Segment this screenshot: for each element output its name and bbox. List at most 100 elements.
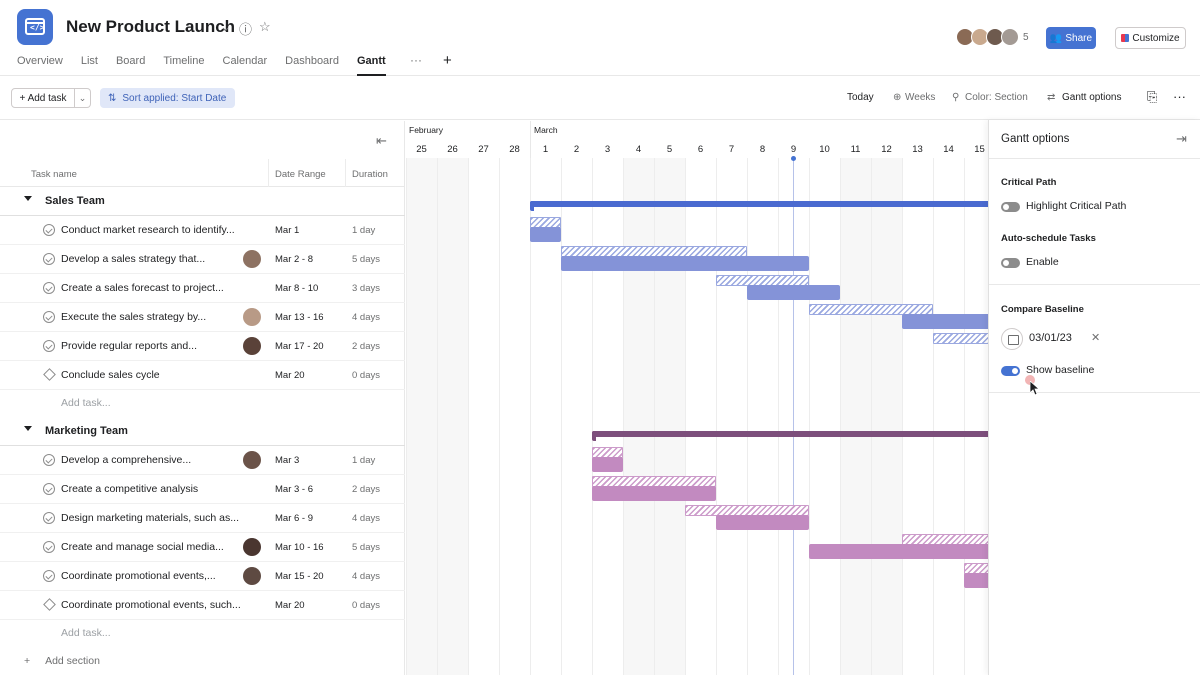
assignee-avatar[interactable] — [243, 308, 261, 326]
check-circle-icon[interactable] — [43, 253, 55, 265]
task-name[interactable]: Develop a comprehensive... — [61, 454, 251, 466]
info-icon[interactable]: ⓘ — [239, 19, 252, 38]
assignee-avatar[interactable] — [243, 567, 261, 585]
column-date-range[interactable]: Date Range — [275, 169, 326, 180]
task-duration[interactable]: 1 day — [352, 225, 375, 236]
calendar-icon[interactable] — [1001, 328, 1023, 350]
check-circle-icon[interactable] — [43, 483, 55, 495]
task-bar[interactable] — [592, 457, 623, 472]
tab-gantt[interactable]: Gantt — [356, 55, 386, 76]
task-date[interactable]: Mar 20 — [275, 600, 305, 611]
task-date[interactable]: Mar 2 - 8 — [275, 254, 313, 265]
task-row[interactable]: Provide regular reports and... Mar 17 - … — [0, 332, 405, 361]
assignee-avatar[interactable] — [243, 538, 261, 556]
task-name[interactable]: Create a competitive analysis — [61, 483, 251, 495]
task-date[interactable]: Mar 3 - 6 — [275, 484, 313, 495]
today-button[interactable]: Today — [847, 92, 874, 103]
task-duration[interactable]: 4 days — [352, 513, 380, 524]
task-duration[interactable]: 2 days — [352, 484, 380, 495]
task-date[interactable]: Mar 8 - 10 — [275, 283, 318, 294]
task-row[interactable]: Create a sales forecast to project... Ma… — [0, 274, 405, 303]
section-name[interactable]: Marketing Team — [45, 425, 128, 437]
caret-down-icon[interactable] — [24, 196, 32, 201]
auto-schedule-toggle[interactable] — [1001, 258, 1020, 268]
add-task-link[interactable]: Add task... — [61, 397, 111, 409]
task-duration[interactable]: 5 days — [352, 542, 380, 553]
task-row[interactable]: Execute the sales strategy by... Mar 13 … — [0, 303, 405, 332]
task-name[interactable]: Develop a sales strategy that... — [61, 253, 251, 265]
task-row[interactable]: Create a competitive analysis Mar 3 - 6 … — [0, 475, 405, 504]
task-name[interactable]: Coordinate promotional events,... — [61, 570, 251, 582]
tab-overview[interactable]: Overview — [17, 55, 63, 75]
assignee-avatar[interactable] — [243, 451, 261, 469]
task-row[interactable]: Design marketing materials, such as... M… — [0, 504, 405, 533]
section-header-sales[interactable]: Sales Team — [0, 187, 405, 216]
sort-chip[interactable]: ⇅ Sort applied: Start Date — [100, 88, 235, 108]
baseline-date[interactable]: 03/01/23 — [1029, 332, 1072, 344]
section-name[interactable]: Sales Team — [45, 195, 105, 207]
gantt-options-button[interactable]: Gantt options — [1062, 92, 1121, 103]
task-duration[interactable]: 3 days — [352, 283, 380, 294]
check-circle-icon[interactable] — [43, 282, 55, 294]
task-bar[interactable] — [747, 285, 840, 300]
clear-icon[interactable]: ✕ — [1091, 331, 1100, 344]
tab-more-icon[interactable]: ··· — [410, 53, 422, 67]
task-duration[interactable]: 1 day — [352, 455, 375, 466]
task-bar[interactable] — [592, 486, 716, 501]
tab-board[interactable]: Board — [116, 55, 145, 75]
add-task-link[interactable]: Add task... — [61, 627, 111, 639]
add-section-button[interactable]: + Add section — [24, 655, 100, 667]
tab-calendar[interactable]: Calendar — [223, 55, 268, 75]
milestone-icon[interactable] — [43, 368, 56, 381]
task-date[interactable]: Mar 17 - 20 — [275, 341, 324, 352]
auto-schedule-label[interactable]: Enable — [1026, 256, 1059, 268]
column-duration[interactable]: Duration — [352, 169, 388, 180]
section-summary-bar[interactable] — [530, 201, 988, 211]
task-date[interactable]: Mar 3 — [275, 455, 299, 466]
task-name[interactable]: Conduct market research to identify... — [61, 224, 251, 236]
task-date[interactable]: Mar 13 - 16 — [275, 312, 324, 323]
project-title[interactable]: New Product Launch — [66, 17, 235, 37]
task-name[interactable]: Coordinate promotional events, such... — [61, 599, 251, 611]
task-name[interactable]: Conclude sales cycle — [61, 369, 251, 381]
task-bar[interactable] — [716, 515, 809, 530]
task-name[interactable]: Design marketing materials, such as... — [61, 512, 251, 524]
task-date[interactable]: Mar 15 - 20 — [275, 571, 324, 582]
check-circle-icon[interactable] — [43, 224, 55, 236]
more-options-icon[interactable]: ··· — [1173, 89, 1186, 104]
section-summary-bar[interactable] — [592, 431, 988, 441]
task-row[interactable]: Conduct market research to identify... M… — [0, 216, 405, 245]
task-row[interactable]: Develop a sales strategy that... Mar 2 -… — [0, 245, 405, 274]
task-date[interactable]: Mar 10 - 16 — [275, 542, 324, 553]
task-date[interactable]: Mar 1 — [275, 225, 299, 236]
assignee-avatar[interactable] — [243, 337, 261, 355]
caret-down-icon[interactable] — [24, 426, 32, 431]
task-bar[interactable] — [809, 544, 988, 559]
task-duration[interactable]: 5 days — [352, 254, 380, 265]
task-row[interactable]: Coordinate promotional events,... Mar 15… — [0, 562, 405, 591]
column-task-name[interactable]: Task name — [31, 169, 77, 180]
task-bar[interactable] — [530, 227, 561, 242]
task-duration[interactable]: 4 days — [352, 571, 380, 582]
save-layout-icon[interactable]: ⎘ — [1147, 89, 1157, 105]
task-row[interactable]: Create and manage social media... Mar 10… — [0, 533, 405, 562]
task-bar[interactable] — [902, 314, 988, 329]
color-button[interactable]: Color: Section — [965, 92, 1028, 103]
add-task-dropdown[interactable]: ⌄ — [75, 88, 91, 108]
chevron-down-icon[interactable]: ⌄ — [220, 19, 231, 35]
check-circle-icon[interactable] — [43, 541, 55, 553]
task-name[interactable]: Create a sales forecast to project... — [61, 282, 251, 294]
share-button[interactable]: 👥 Share — [1046, 27, 1096, 49]
tab-timeline[interactable]: Timeline — [163, 55, 204, 75]
critical-path-label[interactable]: Highlight Critical Path — [1026, 200, 1126, 212]
baseline-bar[interactable] — [933, 333, 988, 344]
close-panel-icon[interactable]: ⇥ — [1176, 131, 1187, 147]
tab-dashboard[interactable]: Dashboard — [285, 55, 339, 75]
check-circle-icon[interactable] — [43, 311, 55, 323]
zoom-icon[interactable]: ⊕ — [893, 92, 901, 103]
task-bar[interactable] — [561, 256, 809, 271]
milestone-icon[interactable] — [43, 598, 56, 611]
task-row[interactable]: Conclude sales cycle Mar 20 0 days — [0, 361, 405, 390]
task-name[interactable]: Provide regular reports and... — [61, 340, 251, 352]
check-circle-icon[interactable] — [43, 512, 55, 524]
